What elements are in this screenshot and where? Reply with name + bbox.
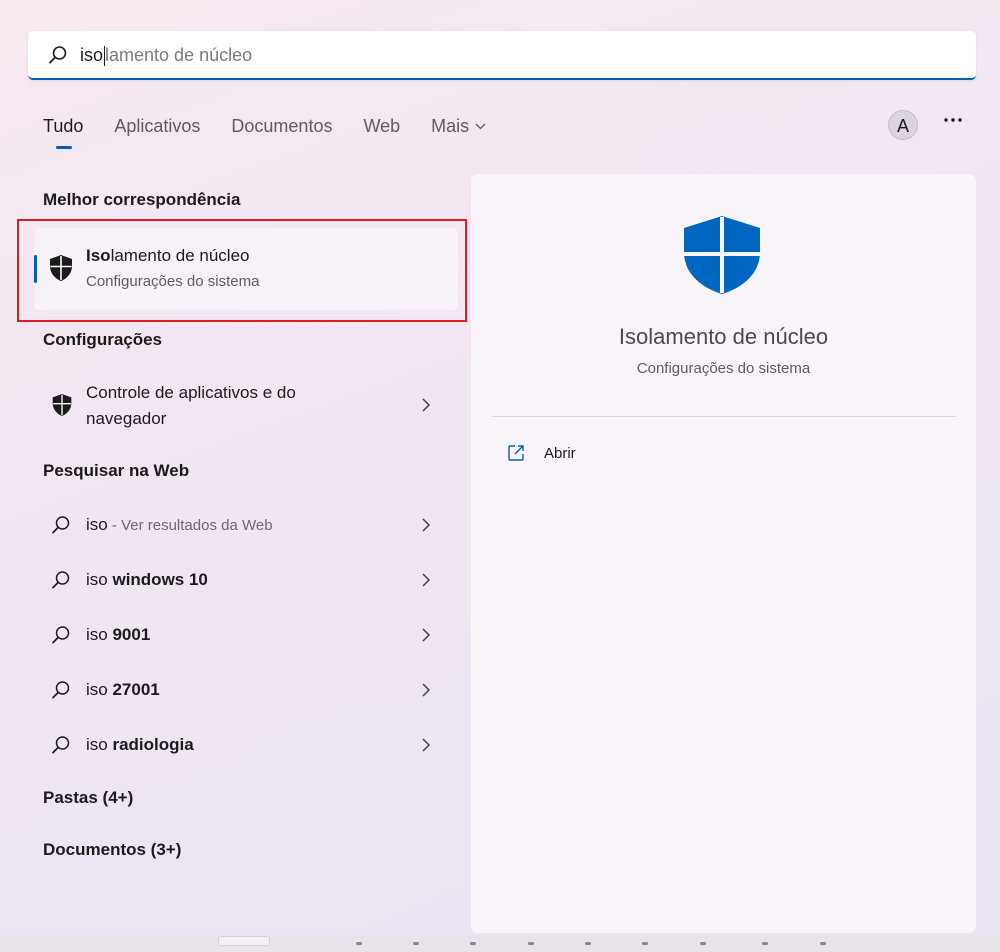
query-prefix: iso [86,515,108,534]
shield-icon [52,394,72,416]
web-result-label: iso - Ver resultados da Web [86,512,273,539]
detail-subtitle: Configurações do sistema [636,360,811,377]
divider [492,416,956,417]
best-match-heading: Melhor correspondência [43,190,241,209]
tab-label: Documentos [231,116,333,136]
query-suggestion: windows 10 [112,570,208,589]
web-result-row[interactable]: iso 9001 [43,622,443,648]
search-box[interactable]: iso lamento de núcleo [28,31,976,80]
web-result-label: iso 9001 [86,622,150,648]
open-action-label: Abrir [544,444,576,462]
label-line2: navegador [86,409,167,428]
taskbar-button[interactable] [218,936,270,946]
best-match-subtitle: Configurações do sistema [86,273,260,290]
taskbar-indicator [470,942,476,945]
search-icon [49,46,67,64]
settings-heading: Configurações [43,330,163,349]
web-search-heading: Pesquisar na Web [43,461,190,480]
chevron-down-icon [475,118,486,133]
taskbar-indicator [585,942,591,945]
query-subtext: - Ver resultados da Web [107,517,273,534]
tab-documents[interactable]: Documentos [231,116,332,137]
web-result-row[interactable]: iso 27001 [43,677,443,703]
chevron-right-icon [422,398,431,412]
query-suggestion: radiologia [112,735,194,754]
filter-tabs: Tudo Aplicativos Documentos Web Mais [43,116,517,149]
tab-label: Web [363,116,401,136]
chevron-right-icon [422,628,431,642]
documents-heading[interactable]: Documentos (3+) [43,840,181,860]
title-match-bold: Iso [86,246,111,265]
search-icon [52,736,70,754]
open-action-button[interactable]: Abrir [507,444,576,462]
query-suggestion: 9001 [112,625,151,644]
tab-more[interactable]: Mais [431,116,486,137]
query-prefix: iso [86,680,113,699]
taskbar-indicator [762,942,768,945]
title-rest: lamento de núcleo [110,246,250,265]
search-icon [52,681,70,699]
search-autocomplete-text: lamento de núcleo [105,45,253,65]
open-external-icon [508,445,524,461]
query-suggestion: 27001 [112,680,160,699]
windows-security-shield-icon [684,216,760,294]
result-label: Controle de aplicativos e do navegador [86,380,296,432]
chevron-right-icon [422,573,431,587]
web-result-label: iso windows 10 [86,567,208,593]
best-match-result[interactable]: Isolamento de núcleo Configurações do si… [34,228,458,310]
account-avatar[interactable]: A [888,110,918,140]
ellipsis-icon[interactable] [943,110,963,135]
search-typed-text: iso [80,45,104,65]
chevron-right-icon [422,683,431,697]
selection-indicator [34,255,37,283]
query-prefix: iso [86,625,113,644]
detail-title: Isolamento de núcleo [618,324,829,349]
taskbar-indicator [528,942,534,945]
tab-all[interactable]: Tudo [43,116,84,149]
taskbar-indicator [356,942,362,945]
query-prefix: iso [86,570,113,589]
tab-apps[interactable]: Aplicativos [114,116,200,137]
web-result-row[interactable]: iso radiologia [43,732,443,758]
search-icon [52,626,70,644]
tab-label: Aplicativos [114,116,201,136]
detail-panel: Isolamento de núcleo Configurações do si… [471,174,976,933]
taskbar-indicator [642,942,648,945]
best-match-title: Isolamento de núcleo [86,246,250,266]
taskbar-indicator [820,942,826,945]
label-line1: Controle de aplicativos e do [86,383,296,402]
chevron-right-icon [422,518,431,532]
search-icon [52,571,70,589]
tab-label: Tudo [43,116,84,136]
search-input[interactable]: iso lamento de núcleo [80,45,252,66]
settings-result-app-browser-control[interactable]: Controle de aplicativos e do navegador [43,380,443,434]
web-result-row[interactable]: iso - Ver resultados da Web [43,512,443,538]
web-result-label: iso 27001 [86,677,160,703]
taskbar-indicator [413,942,419,945]
web-result-label: iso radiologia [86,732,194,758]
shield-icon [50,255,72,281]
tab-web[interactable]: Web [363,116,400,137]
folders-heading[interactable]: Pastas (4+) [43,788,133,808]
taskbar [0,935,1000,952]
tab-label: Mais [431,116,470,136]
web-result-row[interactable]: iso windows 10 [43,567,443,593]
chevron-right-icon [422,738,431,752]
taskbar-indicator [700,942,706,945]
search-icon [52,516,70,534]
query-prefix: iso [86,735,113,754]
